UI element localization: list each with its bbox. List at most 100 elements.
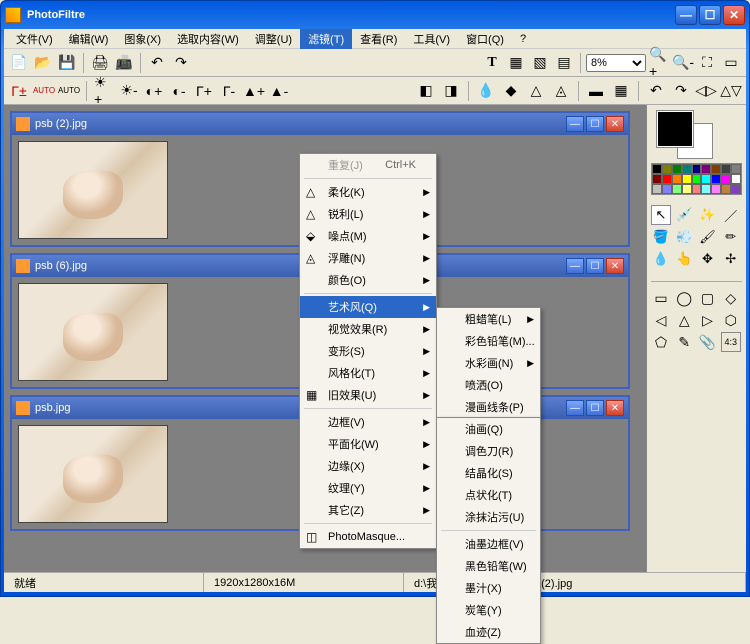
rect-shape[interactable]: ▭	[651, 288, 671, 308]
browse-button[interactable]: ▧	[529, 52, 551, 74]
line-tool[interactable]: ／	[721, 205, 741, 225]
palette-color[interactable]	[701, 164, 711, 174]
move-tool[interactable]: ✢	[721, 249, 741, 269]
menu-entry[interactable]: 血迹(Z)	[437, 621, 540, 643]
menu-item[interactable]: 调整(U)	[247, 29, 300, 49]
new-button[interactable]: 📄	[8, 52, 30, 74]
menu-item[interactable]: 图象(X)	[116, 29, 169, 49]
preview-button[interactable]: ▤	[553, 52, 575, 74]
image-thumbnail[interactable]	[18, 141, 168, 239]
menu-entry[interactable]: 边缘(X)▶	[300, 455, 436, 477]
palette-color[interactable]	[701, 174, 711, 184]
menu-entry[interactable]: 艺术风(Q)▶	[300, 296, 436, 318]
menu-item[interactable]: 滤镜(T)	[300, 29, 352, 49]
lasso-shape[interactable]: ⬡	[721, 310, 741, 330]
gradient-button[interactable]: ▬	[585, 80, 607, 102]
palette-color[interactable]	[711, 184, 721, 194]
blur-tool[interactable]: 💧	[651, 249, 671, 269]
menu-entry[interactable]: 油画(Q)	[437, 418, 540, 440]
triangle-left-shape[interactable]: ◁	[651, 310, 671, 330]
menu-item[interactable]: 窗口(Q)	[458, 29, 512, 49]
minimize-button[interactable]: —	[675, 5, 697, 25]
palette-color[interactable]	[672, 164, 682, 174]
spray-tool[interactable]: 💨	[674, 227, 694, 247]
ellipse-shape[interactable]: ◯	[674, 288, 694, 308]
gamma-up-icon[interactable]: Γ+	[193, 80, 215, 102]
blur-icon[interactable]: 💧	[475, 80, 497, 102]
menu-entry[interactable]: ▦旧效果(U)▶	[300, 384, 436, 406]
menu-item[interactable]: ?	[512, 31, 534, 47]
triangle-right-shape[interactable]: ▷	[698, 310, 718, 330]
doc-minimize[interactable]: —	[566, 258, 584, 274]
palette-color[interactable]	[701, 184, 711, 194]
doc-maximize[interactable]: ☐	[586, 258, 604, 274]
color-swatch[interactable]	[651, 109, 742, 159]
rotate-left-icon[interactable]: ↶	[645, 80, 667, 102]
soften-icon[interactable]: △	[525, 80, 547, 102]
menu-entry[interactable]: ◬浮雕(N)▶	[300, 247, 436, 269]
menu-item[interactable]: 编辑(W)	[61, 29, 117, 49]
menu-entry[interactable]: 调色刀(R)	[437, 440, 540, 462]
palette-color[interactable]	[662, 164, 672, 174]
palette-color[interactable]	[682, 184, 692, 194]
menu-entry[interactable]: ◫PhotoMasque...	[300, 526, 436, 548]
menu-entry[interactable]: 纹理(Y)▶	[300, 477, 436, 499]
image-thumbnail[interactable]	[18, 425, 168, 523]
pencil-tool[interactable]: ✏	[721, 227, 741, 247]
menu-entry[interactable]: 黑色铅笔(W)	[437, 555, 540, 577]
redo-button[interactable]: ↷	[170, 52, 192, 74]
ratio-lock[interactable]: 📎	[698, 332, 718, 352]
palette-color[interactable]	[721, 164, 731, 174]
menu-entry[interactable]: 油墨边框(V)	[437, 533, 540, 555]
menu-entry[interactable]: △柔化(K)▶	[300, 181, 436, 203]
doc-close[interactable]: ✕	[606, 116, 624, 132]
grayscale-button[interactable]: ◧	[415, 80, 437, 102]
mask-button[interactable]: ▦	[610, 80, 632, 102]
save-button[interactable]: 💾	[56, 52, 78, 74]
menu-entry[interactable]: 颜色(O)▶	[300, 269, 436, 291]
palette-color[interactable]	[652, 164, 662, 174]
contrast-up-icon[interactable]: ◐+	[143, 80, 165, 102]
zoom-out-button[interactable]: 🔍-	[672, 52, 694, 74]
open-button[interactable]: 📂	[32, 52, 54, 74]
menu-entry[interactable]: 粗蜡笔(L)▶	[437, 308, 540, 330]
saturation-down-icon[interactable]: ▲-	[268, 80, 290, 102]
auto-contrast-button[interactable]: AUTO	[58, 80, 80, 102]
menu-entry[interactable]: 炭笔(Y)	[437, 599, 540, 621]
pointer-tool[interactable]: ↖	[651, 205, 671, 225]
wand-tool[interactable]: ✨	[698, 205, 718, 225]
brush-tool[interactable]: 🖌	[698, 227, 718, 247]
palette-color[interactable]	[682, 164, 692, 174]
zoom-in-button[interactable]: 🔍+	[648, 52, 670, 74]
ratio-value[interactable]: 4:3	[721, 332, 741, 352]
text-button[interactable]: T	[481, 52, 503, 74]
palette-color[interactable]	[652, 174, 662, 184]
undo-button[interactable]: ↶	[146, 52, 168, 74]
menu-item[interactable]: 文件(V)	[8, 29, 61, 49]
menu-entry[interactable]: 视觉效果(R)▶	[300, 318, 436, 340]
palette-color[interactable]	[692, 184, 702, 194]
menu-entry[interactable]: 水彩画(N)▶	[437, 352, 540, 374]
menu-item[interactable]: 工具(V)	[405, 29, 458, 49]
saturation-up-icon[interactable]: ▲+	[243, 80, 265, 102]
palette-color[interactable]	[662, 184, 672, 194]
smudge-tool[interactable]: 👆	[674, 249, 694, 269]
palette-color[interactable]	[692, 174, 702, 184]
palette-color[interactable]	[731, 164, 741, 174]
rotate-right-icon[interactable]: ↷	[670, 80, 692, 102]
polygon-shape[interactable]: ⬠	[651, 332, 671, 352]
gamma-down-icon[interactable]: Γ-	[218, 80, 240, 102]
menu-entry[interactable]: 边框(V)▶	[300, 411, 436, 433]
menu-entry[interactable]: 变形(S)▶	[300, 340, 436, 362]
menu-entry[interactable]: 彩色铅笔(M)...	[437, 330, 540, 352]
close-button[interactable]: ✕	[723, 5, 745, 25]
gamma-button[interactable]: Γ±	[8, 80, 30, 102]
menu-entry[interactable]: 点状化(T)	[437, 484, 540, 506]
menu-item[interactable]: 选取内容(W)	[169, 29, 247, 49]
menu-item[interactable]: 查看(R)	[352, 29, 405, 49]
fill-tool[interactable]: 🪣	[651, 227, 671, 247]
freehand-shape[interactable]: ✎	[674, 332, 694, 352]
menu-entry[interactable]: 漫画线条(P)	[437, 396, 540, 418]
roundrect-shape[interactable]: ▢	[698, 288, 718, 308]
menu-entry[interactable]: 风格化(T)▶	[300, 362, 436, 384]
